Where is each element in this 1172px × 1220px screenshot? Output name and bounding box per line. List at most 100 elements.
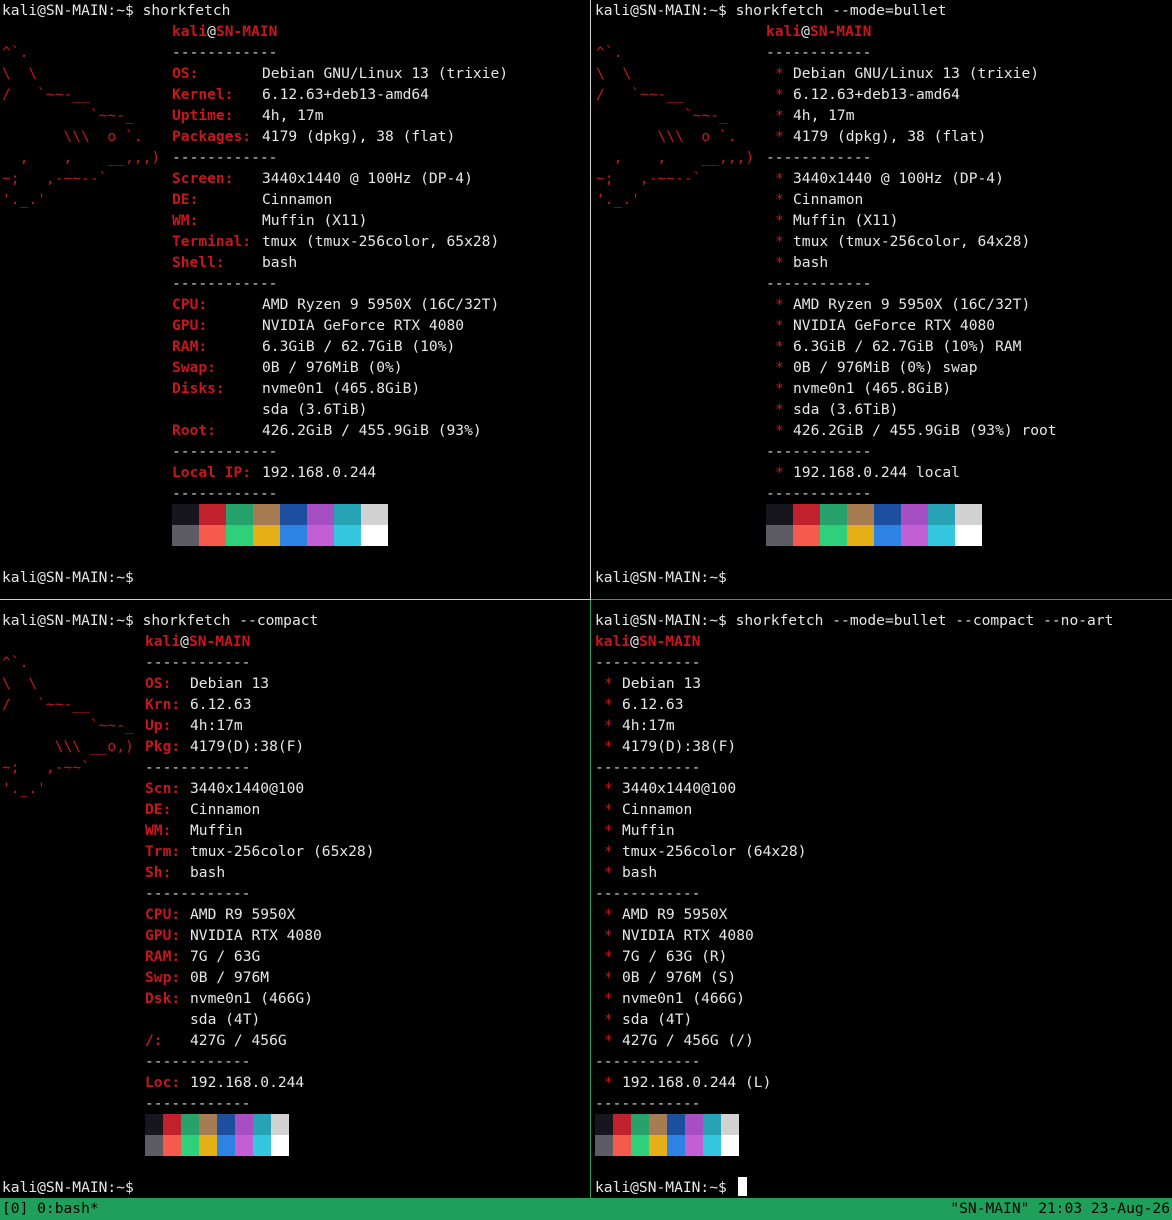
color-swatch	[217, 1135, 235, 1156]
info-label: Terminal:	[172, 233, 252, 250]
pane-divider-horizontal-left[interactable]	[0, 599, 590, 600]
bullet-icon: *	[775, 212, 784, 229]
color-swatch	[199, 1114, 217, 1135]
color-swatch	[820, 504, 847, 525]
info-value: AMD R9 5950X	[190, 906, 296, 923]
shell-prompt[interactable]: kali@SN-MAIN:~$	[595, 567, 727, 588]
user-host: kali@SN-MAIN	[145, 631, 250, 652]
separator: ------------	[766, 275, 872, 292]
shell-prompt[interactable]: kali@SN-MAIN:~$	[2, 1177, 134, 1198]
color-swatch	[595, 1135, 613, 1156]
color-swatch	[253, 1114, 271, 1135]
shark-ascii-art: ^`. \ \ / `~~-__ `~~-_ \\\ o `. , , __,,…	[2, 44, 161, 208]
info-value: 4179 (dpkg), 38 (flat)	[262, 128, 456, 145]
info-row: Shell: bash	[172, 252, 572, 273]
info-row: RAM: 7G / 63G	[145, 946, 545, 967]
shell-prompt[interactable]: kali@SN-MAIN:~$	[2, 567, 134, 588]
info-value: NVIDIA GeForce RTX 4080	[262, 317, 465, 334]
bullet-icon: *	[604, 969, 613, 986]
user-host: kali@SN-MAIN	[172, 21, 277, 42]
pane-shorkfetch-compact[interactable]: kali@SN-MAIN:~$ shorkfetch --compact ^`.…	[0, 610, 590, 1198]
bullet-icon: *	[775, 191, 784, 208]
info-row: * 0B / 976MiB (0%) swap	[766, 357, 1166, 378]
color-swatch	[145, 1114, 163, 1135]
color-swatch	[928, 504, 955, 525]
info-row: * AMD R9 5950X	[595, 904, 995, 925]
pane-shorkfetch-bullet-compact-no-art[interactable]: kali@SN-MAIN:~$ shorkfetch --mode=bullet…	[594, 610, 1172, 1198]
info-value: NVIDIA GeForce RTX 4080	[793, 317, 996, 334]
info-value: bash	[262, 254, 298, 271]
info-value: 0B / 976MiB (0%) swap	[793, 359, 978, 376]
color-swatch	[172, 525, 199, 546]
pane-shorkfetch-bullet[interactable]: kali@SN-MAIN:~$ shorkfetch --mode=bullet…	[594, 0, 1172, 598]
info-label: Swp:	[145, 969, 181, 986]
info-label: Sh:	[145, 864, 172, 881]
info-value: 427G / 456G	[190, 1032, 287, 1049]
color-swatch	[199, 504, 226, 525]
separator: ------------	[172, 275, 278, 292]
color-swatch	[226, 504, 253, 525]
info-value: 0B / 976M (S)	[622, 969, 737, 986]
info-value: tmux (tmux-256color, 64x28)	[793, 233, 1031, 250]
info-value: NVIDIA RTX 4080	[622, 927, 754, 944]
prompt: kali@SN-MAIN:~$	[595, 2, 727, 19]
color-swatch	[955, 525, 982, 546]
user-name: kali	[595, 633, 631, 650]
host-name: SN-MAIN	[638, 633, 701, 650]
color-palette	[595, 1114, 739, 1156]
info-row: Up: 4h:17m	[145, 715, 545, 736]
pane-divider-horizontal-right[interactable]	[591, 599, 1172, 600]
color-swatch	[820, 525, 847, 546]
at-sign: @	[180, 633, 189, 650]
info-value: 6.12.63+deb13-amd64	[262, 86, 429, 103]
color-swatch	[901, 525, 928, 546]
info-label: RAM:	[172, 338, 208, 355]
color-swatch	[235, 1114, 253, 1135]
color-swatch	[595, 1114, 613, 1135]
info-value: nvme0n1 (465.8GiB)	[793, 380, 952, 397]
info-label: RAM:	[145, 948, 181, 965]
info-row: WM: Muffin	[145, 820, 545, 841]
info-row: * 4h, 17m	[766, 105, 1166, 126]
color-swatch	[928, 525, 955, 546]
bullet-icon: *	[775, 86, 784, 103]
info-row: Krn: 6.12.63	[145, 694, 545, 715]
info-row: sda (4T)	[145, 1009, 545, 1030]
info-row: * Muffin (X11)	[766, 210, 1166, 231]
window-list[interactable]: [0] 0:bash*	[2, 1198, 99, 1220]
shell-prompt[interactable]: kali@SN-MAIN:~$	[595, 1177, 747, 1198]
info-value: Debian 13	[190, 675, 270, 692]
color-swatch	[766, 525, 793, 546]
color-swatch	[793, 504, 820, 525]
user-name: kali	[145, 633, 181, 650]
user-name: kali	[172, 23, 208, 40]
info-value: 192.168.0.244 local	[793, 464, 960, 481]
info-row: Sh: bash	[145, 862, 545, 883]
info-row: * Muffin	[595, 820, 995, 841]
info-label: CPU:	[172, 296, 208, 313]
info-value: bash	[190, 864, 226, 881]
color-swatch	[172, 504, 199, 525]
pane-divider-vertical-bottom[interactable]	[590, 600, 591, 1198]
info-value: nvme0n1 (465.8GiB)	[262, 380, 421, 397]
color-swatch	[181, 1135, 199, 1156]
info-row: * 3440x1440 @ 100Hz (DP-4)	[766, 168, 1166, 189]
info-label: Local IP:	[172, 464, 252, 481]
color-swatch	[361, 504, 388, 525]
info-row: * NVIDIA GeForce RTX 4080	[766, 315, 1166, 336]
pane-shorkfetch[interactable]: kali@SN-MAIN:~$ shorkfetch ^`. \ \ / `~~…	[0, 0, 590, 598]
color-swatch	[163, 1135, 181, 1156]
separator: ------------	[145, 654, 251, 671]
info-value: Muffin (X11)	[793, 212, 899, 229]
bullet-icon: *	[775, 338, 784, 355]
info-value: 4h:17m	[190, 717, 243, 734]
info-row: CPU: AMD Ryzen 9 5950X (16C/32T)	[172, 294, 572, 315]
color-swatch	[649, 1114, 667, 1135]
info-row: * Cinnamon	[595, 799, 995, 820]
info-label: WM:	[145, 822, 172, 839]
prompt: kali@SN-MAIN:~$	[2, 2, 134, 19]
info-row: Local IP: 192.168.0.244	[172, 462, 572, 483]
color-swatch	[271, 1114, 289, 1135]
separator: ------------	[595, 1095, 701, 1112]
bullet-icon: *	[775, 107, 784, 124]
